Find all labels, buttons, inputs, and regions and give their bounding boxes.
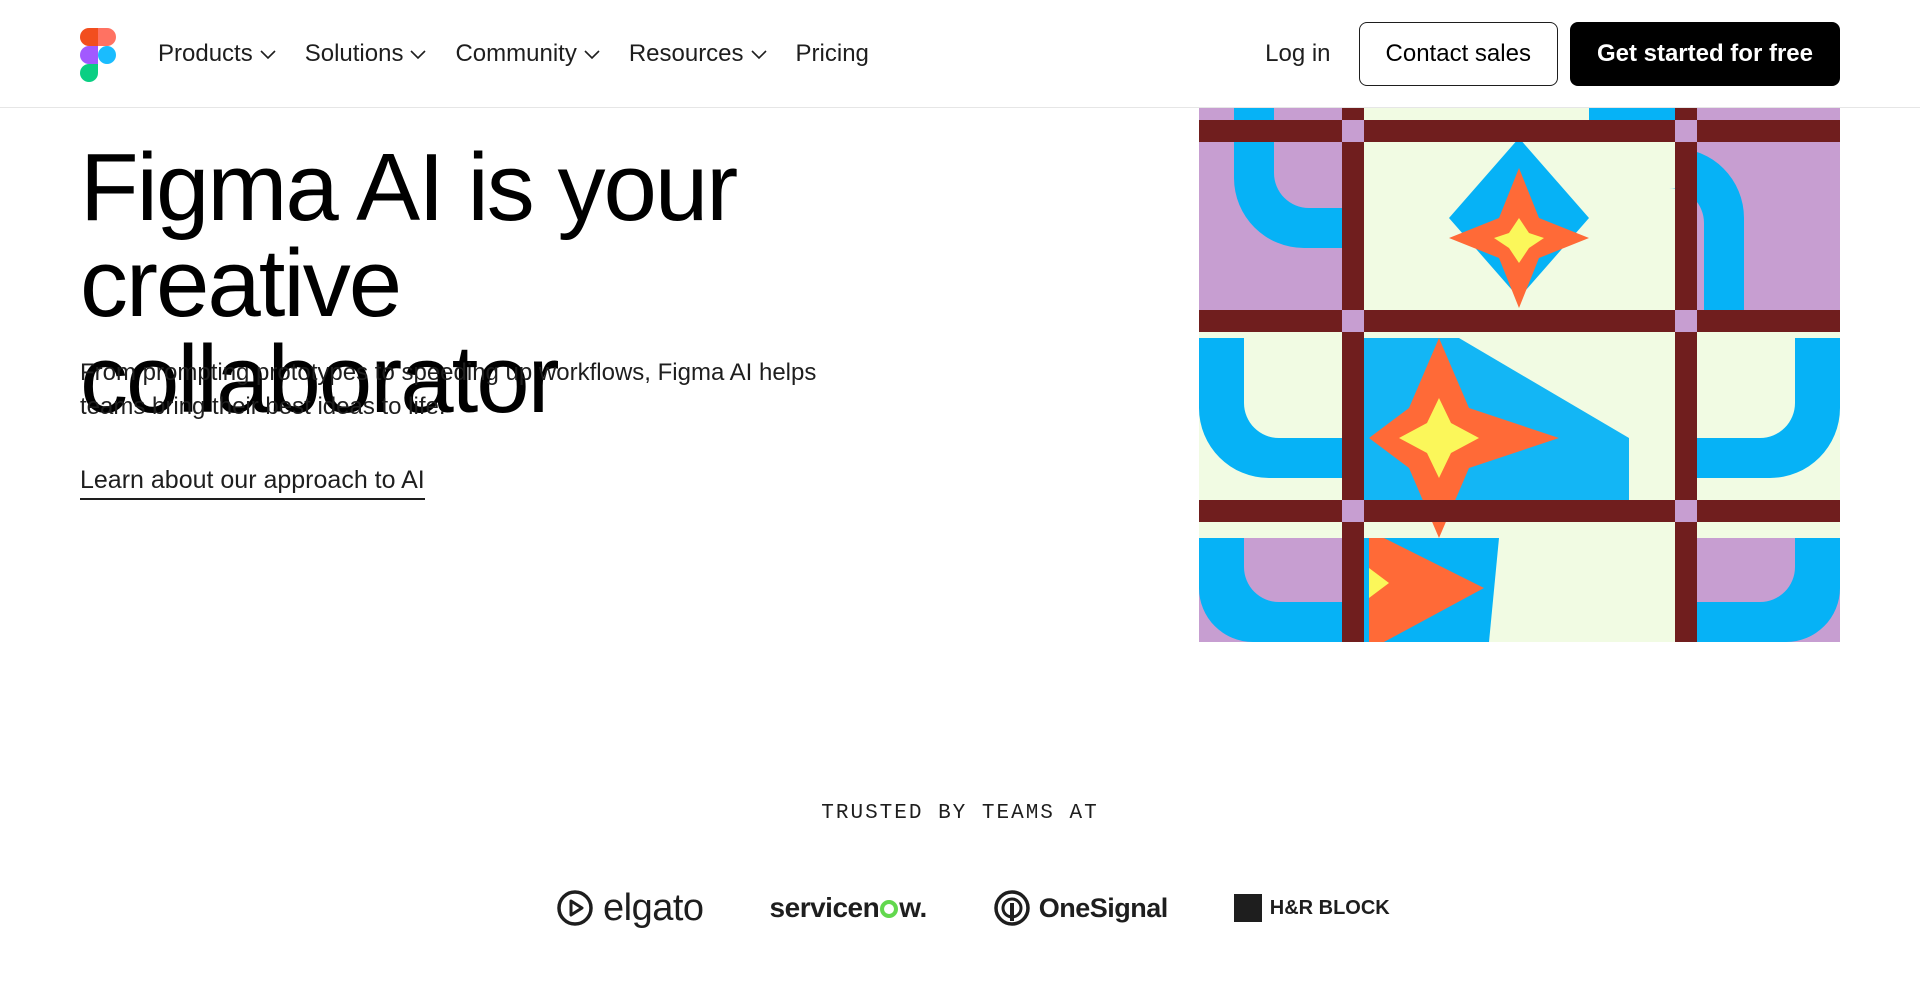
hero-pattern-illustration xyxy=(1199,108,1840,642)
nav-community-label: Community xyxy=(455,40,577,67)
hero-subtitle-line2: teams bring their best ideas to life. xyxy=(80,393,446,420)
chevron-down-icon xyxy=(410,50,427,60)
nav-community[interactable]: Community xyxy=(455,40,600,68)
nav-resources-label: Resources xyxy=(628,40,744,67)
servicenow-wordmark-c: . xyxy=(919,892,927,923)
nav-pricing[interactable]: Pricing xyxy=(796,40,869,68)
top-navigation: Products Solutions Community Resources P… xyxy=(0,0,1920,108)
elgato-wordmark: elgato xyxy=(603,886,704,929)
servicenow-o-icon xyxy=(880,900,899,918)
elgato-icon xyxy=(557,890,593,926)
servicenow-wordmark: servicen w. xyxy=(769,892,928,924)
nav-resources[interactable]: Resources xyxy=(629,40,768,68)
nav-solutions[interactable]: Solutions xyxy=(305,40,428,68)
hrblock-wordmark: H&R BLOCK xyxy=(1269,896,1390,919)
chevron-down-icon xyxy=(584,50,600,60)
nav-solutions-label: Solutions xyxy=(304,40,404,67)
customer-logos: elgato servicen w. OneSignal H&R BLOCK xyxy=(555,880,1390,936)
get-started-button[interactable]: Get started for free xyxy=(1569,22,1840,86)
hero-subtitle-line1: From prompting prototypes to speeding up… xyxy=(80,359,817,386)
logo-servicenow: servicen w. xyxy=(769,892,928,924)
trusted-by-heading: TRUSTED BY TEAMS AT xyxy=(821,802,1099,825)
main-nav: Products Solutions Community Resources P… xyxy=(158,0,869,108)
figma-logo-icon[interactable] xyxy=(80,28,116,82)
hrblock-square-icon xyxy=(1233,894,1262,922)
onesignal-wordmark: OneSignal xyxy=(1038,892,1169,923)
contact-sales-button[interactable]: Contact sales xyxy=(1358,22,1558,86)
logo-onesignal: OneSignal xyxy=(993,889,1168,927)
login-link[interactable]: Log in xyxy=(1265,40,1330,68)
chevron-down-icon xyxy=(750,50,767,60)
logo-hrblock: H&R BLOCK xyxy=(1233,894,1390,922)
ai-approach-link[interactable]: Learn about our approach to AI xyxy=(80,466,425,500)
hero-title-line1: Figma AI is your creative xyxy=(80,134,738,337)
chevron-down-icon xyxy=(260,50,276,60)
hero-subtitle: From prompting prototypes to speeding up… xyxy=(80,356,880,424)
nav-pricing-label: Pricing xyxy=(795,40,869,67)
servicenow-wordmark-a: servicen xyxy=(769,892,880,923)
servicenow-wordmark-b: w xyxy=(899,892,920,923)
nav-products[interactable]: Products xyxy=(158,40,277,68)
nav-products-label: Products xyxy=(158,40,253,67)
onesignal-icon xyxy=(993,890,1030,926)
logo-elgato: elgato xyxy=(555,887,704,930)
header-actions: Log in Contact sales Get started for fre… xyxy=(1265,0,1840,108)
